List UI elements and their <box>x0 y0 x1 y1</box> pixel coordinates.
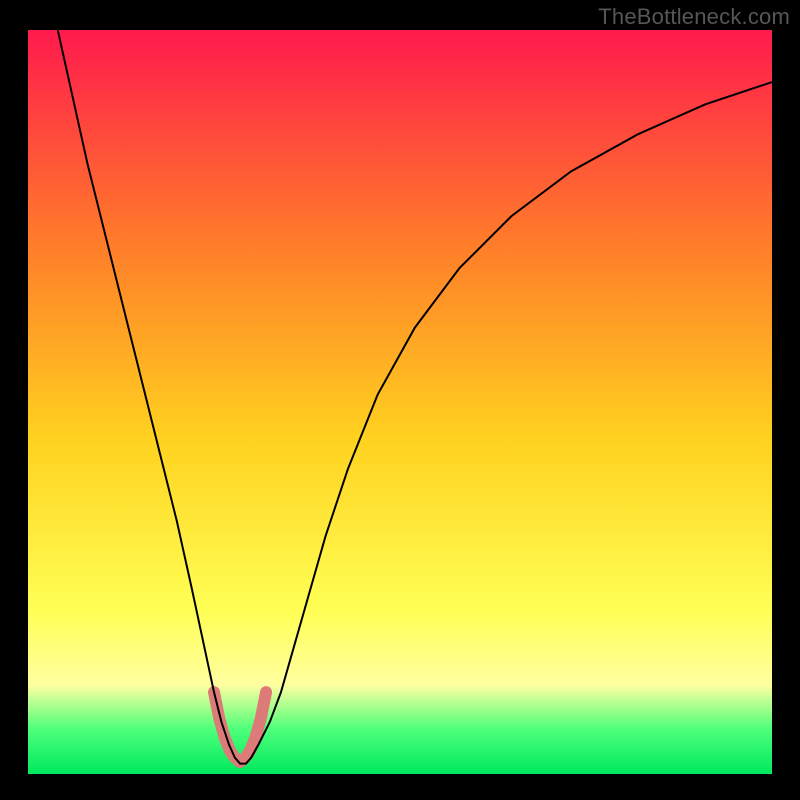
plot-area <box>28 30 772 774</box>
bottleneck-curve-chart <box>28 30 772 774</box>
gradient-background <box>28 30 772 774</box>
chart-stage: TheBottleneck.com <box>0 0 800 800</box>
watermark-text: TheBottleneck.com <box>598 4 790 30</box>
